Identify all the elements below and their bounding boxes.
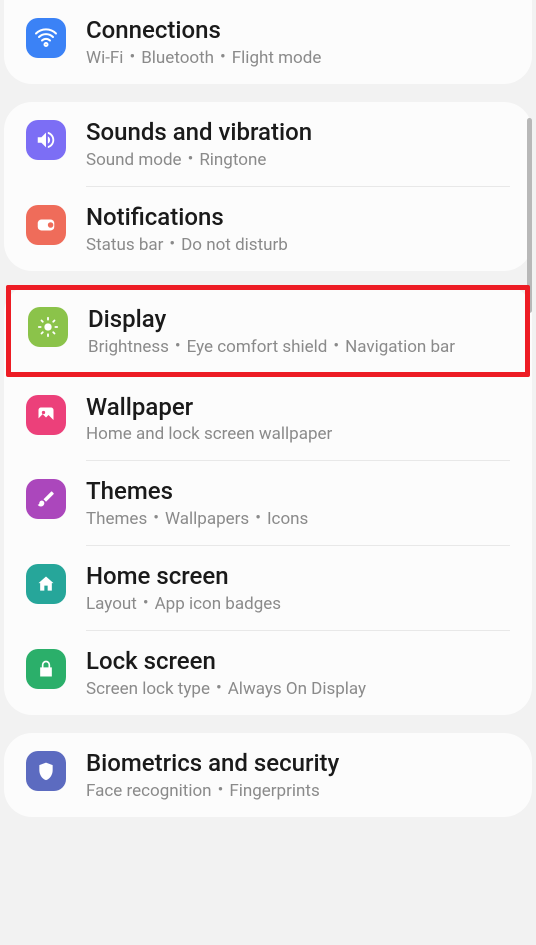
- item-content: Notifications Status bar•Do not disturb: [86, 203, 510, 255]
- brightness-icon: [28, 307, 68, 347]
- settings-item-sounds[interactable]: Sounds and vibration Sound mode•Ringtone: [4, 102, 532, 186]
- settings-group: Sounds and vibration Sound mode•Ringtone…: [4, 102, 532, 271]
- item-subtitle: Wi-Fi•Bluetooth•Flight mode: [86, 47, 510, 68]
- shield-icon: [26, 751, 66, 791]
- home-icon: [26, 564, 66, 604]
- item-subtitle: Sound mode•Ringtone: [86, 149, 510, 170]
- item-title: Sounds and vibration: [86, 118, 510, 146]
- item-subtitle: Face recognition•Fingerprints: [86, 780, 510, 801]
- settings-item-wallpaper[interactable]: Wallpaper Home and lock screen wallpaper: [4, 373, 532, 460]
- item-subtitle: Brightness•Eye comfort shield•Navigation…: [88, 336, 508, 357]
- item-title: Display: [88, 305, 508, 333]
- brush-icon: [26, 479, 66, 519]
- highlighted-item: Display Brightness•Eye comfort shield•Na…: [6, 285, 530, 377]
- item-content: Sounds and vibration Sound mode•Ringtone: [86, 118, 510, 170]
- settings-item-homescreen[interactable]: Home screen Layout•App icon badges: [4, 546, 532, 630]
- lock-icon: [26, 649, 66, 689]
- item-content: Biometrics and security Face recognition…: [86, 749, 510, 801]
- item-title: Wallpaper: [86, 393, 510, 421]
- settings-list: Connections Wi-Fi•Bluetooth•Flight mode …: [0, 0, 536, 817]
- notification-icon: [26, 205, 66, 245]
- item-title: Lock screen: [86, 647, 510, 675]
- item-subtitle: Themes•Wallpapers•Icons: [86, 508, 510, 529]
- item-subtitle: Screen lock type•Always On Display: [86, 678, 510, 699]
- settings-group: Connections Wi-Fi•Bluetooth•Flight mode: [4, 0, 532, 84]
- settings-item-themes[interactable]: Themes Themes•Wallpapers•Icons: [4, 461, 532, 545]
- item-title: Home screen: [86, 562, 510, 590]
- settings-item-lockscreen[interactable]: Lock screen Screen lock type•Always On D…: [4, 631, 532, 715]
- item-subtitle: Home and lock screen wallpaper: [86, 424, 510, 444]
- item-content: Themes Themes•Wallpapers•Icons: [86, 477, 510, 529]
- item-content: Display Brightness•Eye comfort shield•Na…: [88, 305, 508, 357]
- item-content: Connections Wi-Fi•Bluetooth•Flight mode: [86, 16, 510, 68]
- item-subtitle: Layout•App icon badges: [86, 593, 510, 614]
- settings-item-connections[interactable]: Connections Wi-Fi•Bluetooth•Flight mode: [4, 0, 532, 84]
- item-title: Biometrics and security: [86, 749, 510, 777]
- settings-group: Biometrics and security Face recognition…: [4, 733, 532, 817]
- settings-item-display[interactable]: Display Brightness•Eye comfort shield•Na…: [11, 290, 525, 372]
- speaker-icon: [26, 120, 66, 160]
- item-title: Themes: [86, 477, 510, 505]
- image-icon: [26, 395, 66, 435]
- item-title: Notifications: [86, 203, 510, 231]
- item-subtitle: Status bar•Do not disturb: [86, 234, 510, 255]
- wifi-icon: [26, 18, 66, 58]
- settings-item-biometrics[interactable]: Biometrics and security Face recognition…: [4, 733, 532, 817]
- item-content: Lock screen Screen lock type•Always On D…: [86, 647, 510, 699]
- scrollbar[interactable]: [527, 118, 532, 313]
- item-content: Wallpaper Home and lock screen wallpaper: [86, 393, 510, 444]
- item-title: Connections: [86, 16, 510, 44]
- settings-item-notifications[interactable]: Notifications Status bar•Do not disturb: [4, 187, 532, 271]
- settings-group: Display Brightness•Eye comfort shield•Na…: [4, 285, 532, 715]
- item-content: Home screen Layout•App icon badges: [86, 562, 510, 614]
